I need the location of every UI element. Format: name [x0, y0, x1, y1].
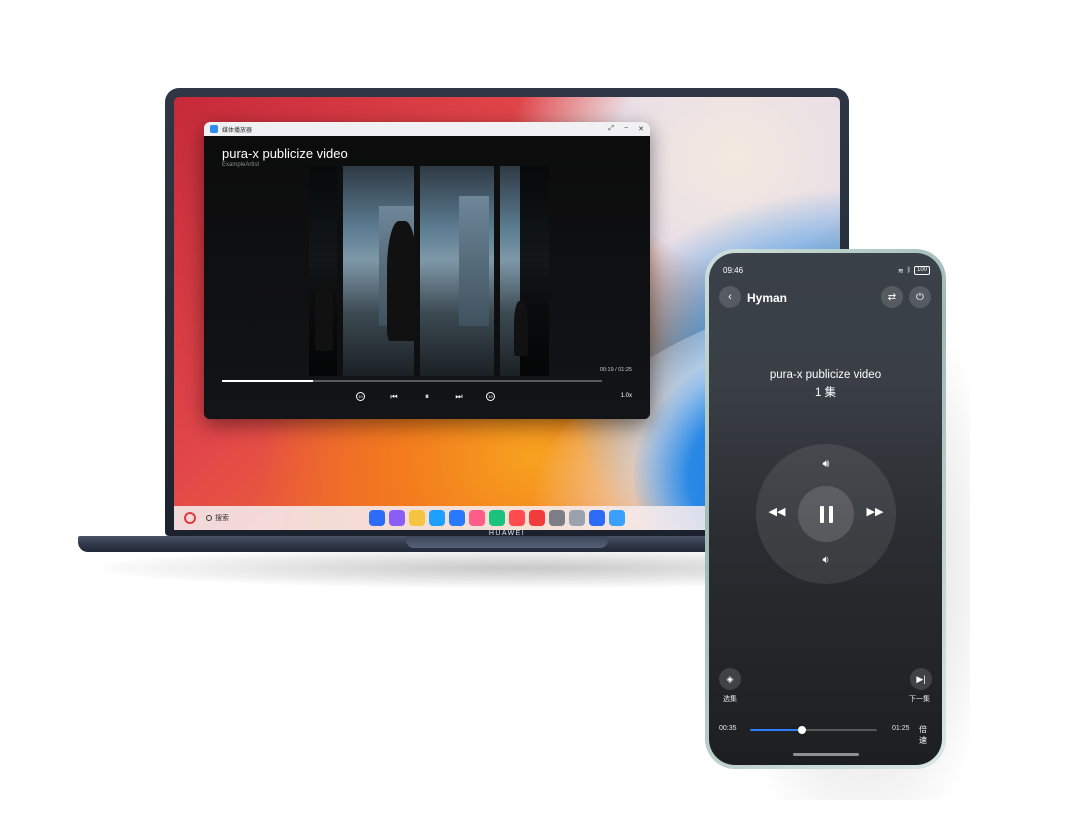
dock-app-icon[interactable] [569, 510, 585, 526]
elapsed-time: 00:35 [719, 725, 737, 732]
video-frame [309, 166, 549, 376]
pause-icon[interactable]: ⏸ [420, 392, 434, 402]
video-area[interactable]: pura-x publicize video ExampleArtist 00:… [204, 136, 650, 419]
window-titlebar[interactable]: 媒体播放器 ⤢ − ✕ [204, 122, 650, 136]
next-icon[interactable]: ⏭ [452, 392, 466, 402]
speed-button[interactable]: 倍速 [919, 724, 932, 746]
playlist-button[interactable]: ◈ [719, 668, 741, 690]
playback-controls: 10 ⏮ ⏸ ⏭ 10 1.0x [204, 392, 650, 406]
speed-button[interactable]: 1.0x [621, 393, 632, 399]
video-artist: ExampleArtist [222, 162, 260, 168]
dock-app-icon[interactable] [549, 510, 565, 526]
layers-icon: ◈ [726, 673, 734, 684]
playlist-label: 选集 [723, 696, 737, 703]
episode-label: 1 集 [814, 387, 837, 399]
progress-row: 00:35 01:25 倍速 [719, 724, 932, 745]
seek-bar-fill [222, 380, 314, 382]
power-icon[interactable]: ⏻ [909, 286, 931, 308]
dock-app-icon[interactable] [429, 510, 445, 526]
progress-fill [750, 729, 803, 731]
brand-logo: HUAWEI [488, 530, 526, 537]
building-shape [459, 196, 489, 326]
pause-icon [819, 505, 833, 523]
dock-app-icon[interactable] [529, 510, 545, 526]
next-episode-button[interactable]: ▶| [910, 668, 932, 690]
window-title: 媒体播放器 [222, 127, 253, 134]
laptop-hinge [406, 536, 608, 548]
video-title: pura-x publicize video [222, 146, 348, 161]
forward-10-button[interactable]: 10 [486, 392, 495, 401]
total-duration: 01:25 [892, 725, 910, 732]
battery-icon: 100 [913, 266, 930, 275]
dock-app-icon[interactable] [509, 510, 525, 526]
dock-app-icon[interactable] [449, 510, 465, 526]
dock-app-icon[interactable] [589, 510, 605, 526]
person-silhouette [514, 301, 528, 356]
pillar-shape [494, 166, 500, 376]
volume-down-icon[interactable]: 🔉︎ [815, 554, 837, 567]
switch-device-icon[interactable]: ⇄ [881, 286, 903, 308]
window-controls: ⤢ − ✕ [608, 125, 644, 133]
close-button[interactable]: ✕ [638, 125, 644, 133]
previous-icon[interactable]: ⏮ [387, 392, 401, 402]
progress-slider[interactable] [750, 726, 877, 734]
person-silhouette [387, 221, 417, 341]
dock-app-icon[interactable] [609, 510, 625, 526]
seek-bar[interactable] [222, 380, 602, 382]
device-name: Hyman [747, 291, 788, 305]
phone: 09:46 ≋ ᛒ 100 ‹ Hyman ⇄ ⏻ pura-x publici… [705, 249, 946, 769]
time-readout: 00:19 / 01:25 [599, 367, 632, 373]
next-episode-label: 下一集 [909, 696, 930, 703]
dock [369, 510, 625, 526]
media-player-app-icon [210, 125, 218, 133]
home-indicator[interactable] [793, 753, 859, 756]
fast-forward-icon[interactable]: ▶▶ [864, 505, 886, 518]
person-silhouette [315, 281, 333, 351]
volume-up-icon[interactable]: 🔊︎ [815, 458, 837, 471]
bluetooth-icon: ᛒ [906, 267, 911, 274]
pillar-shape [337, 166, 343, 376]
media-title: pura-x publicize video [769, 369, 882, 381]
minimize-button[interactable]: − [624, 125, 628, 133]
media-player-window: 媒体播放器 ⤢ − ✕ pura-x publicize video Examp… [204, 122, 650, 419]
status-icons: ≋ ᛒ 100 [898, 266, 930, 275]
search-icon [206, 515, 212, 521]
start-icon[interactable] [184, 512, 196, 524]
progress-thumb[interactable] [798, 726, 807, 734]
rewind-icon[interactable]: ◀◀ [766, 505, 788, 518]
status-bar: 09:46 ≋ ᛒ 100 [723, 266, 930, 275]
dock-app-icon[interactable] [409, 510, 425, 526]
status-time: 09:46 [723, 266, 744, 275]
dock-app-icon[interactable] [389, 510, 405, 526]
play-pause-button[interactable] [798, 486, 854, 542]
remote-dpad: 🔊︎ ◀◀ ▶▶ 🔉︎ [756, 444, 896, 584]
dock-app-icon[interactable] [469, 510, 485, 526]
restore-button[interactable]: ⤢ [608, 125, 614, 133]
taskbar-search-label: 搜索 [215, 515, 229, 522]
skip-next-icon: ▶| [916, 673, 926, 684]
rewind-10-button[interactable]: 10 [356, 392, 365, 401]
wifi-icon: ≋ [897, 267, 904, 275]
back-button[interactable]: ‹ [719, 286, 741, 308]
dock-app-icon[interactable] [489, 510, 505, 526]
dock-app-icon[interactable] [369, 510, 385, 526]
phone-screen: 09:46 ≋ ᛒ 100 ‹ Hyman ⇄ ⏻ pura-x publici… [709, 253, 942, 765]
scene: 媒体播放器 ⤢ − ✕ pura-x publicize video Examp… [0, 0, 1080, 822]
taskbar-search[interactable]: 搜索 [206, 513, 229, 523]
